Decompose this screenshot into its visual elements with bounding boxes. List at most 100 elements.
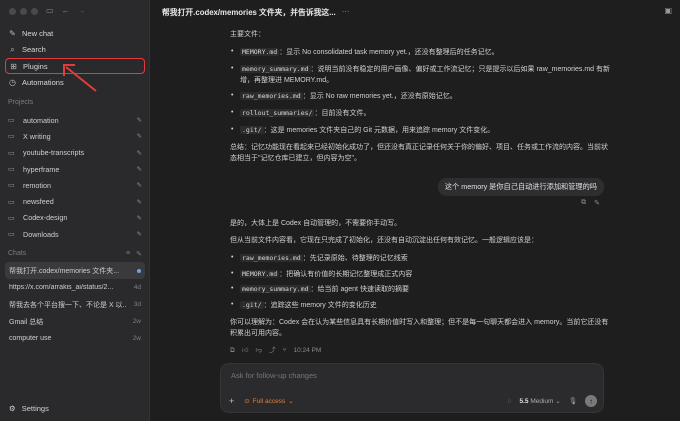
thumbs-up-icon[interactable]: 👍︎ [242, 346, 249, 356]
project-item-youtube-transcripts[interactable]: ▭ youtube-transcripts ✎ [5, 145, 145, 161]
list-item: raw_memories.md：先记录原始、待整理的记忆线索 [230, 253, 610, 265]
list-item-text: ：给当前 agent 快速读取的摘要 [310, 286, 409, 294]
project-label: hyperframe [23, 164, 60, 174]
list-item: .git/：这是 memories 文件夹自己的 Git 元数据，用来追踪 me… [230, 125, 610, 137]
fork-icon[interactable]: ⑂ [283, 346, 287, 356]
project-label: X writing [23, 131, 51, 141]
composer-left-tools: + ⊙ Full access ⌄ [229, 396, 294, 406]
assistant-message: 主要文件： MEMORY.md：显示 No consolidated task … [230, 30, 610, 171]
reply-actions: ⧉ 👍︎ 👎︎ ⤴ ⑂ 10:24 PM [230, 346, 610, 356]
folder-icon: ▭ [8, 231, 15, 239]
list-item: MEMORY.md：显示 No consolidated task memory… [230, 47, 610, 59]
send-button[interactable]: ↑ [585, 395, 597, 407]
close-window-button[interactable] [9, 8, 16, 15]
project-item-codex-design[interactable]: ▭ Codex-design ✎ [5, 210, 145, 226]
folder-icon: ▭ [8, 166, 15, 174]
list-item: MEMORY.md：把确认有价值的长期记忆整理成正式内容 [230, 269, 610, 281]
list-item-text: ：目前没有文件。 [314, 110, 371, 118]
new-chat-in-project-icon[interactable]: ✎ [137, 230, 142, 238]
model-selector[interactable]: 5.5 Medium ⌄ [519, 397, 560, 405]
folder-icon: ▭ [8, 214, 15, 222]
unread-dot [137, 268, 141, 273]
folder-icon: ▭ [8, 133, 15, 141]
message-time: 10:24 PM [293, 346, 322, 354]
clock-icon: ◷ [9, 78, 16, 87]
forward-arrow-icon[interactable]: → [78, 6, 86, 15]
project-item-x-writing[interactable]: ▭ X writing ✎ [5, 128, 145, 144]
new-chat-in-project-icon[interactable]: ✎ [137, 149, 142, 157]
chat-title: 帮我去各个平台搜一下、不论是 X 以... [9, 301, 127, 309]
project-item-downloads[interactable]: ▭ Downloads ✎ [5, 226, 145, 242]
new-chat-in-project-icon[interactable]: ✎ [137, 116, 142, 124]
assistant-reply: 是的，大体上是 Codex 自动管理的，不需要你手动写。 但从当前文件内容看，它… [230, 219, 610, 356]
back-arrow-icon[interactable]: ← [62, 6, 70, 15]
conversation-header: 帮我打开.codex/memories 文件夹，并告诉我这... ··· [162, 7, 350, 18]
sidebar-item-label: New chat [22, 28, 54, 38]
chat-item[interactable]: Gmail 总结 2w [5, 313, 145, 330]
project-label: youtube-transcripts [23, 148, 85, 158]
list-item-text: ：先记录原始、待整理的记忆线索 [302, 254, 408, 262]
project-item-automation[interactable]: ▭ automation ✎ [5, 112, 145, 128]
sidebar-item-new-chat[interactable]: ✎ New chat [5, 25, 145, 41]
chat-title: Gmail 总结 [9, 318, 44, 326]
sidebar-item-label: Search [22, 45, 46, 54]
chat-title: https://x.com/arrakis_ai/status/2... [9, 284, 114, 291]
inline-code: rollout_summaries/ [240, 109, 315, 118]
window-toolbar: ▭ ← → [46, 6, 86, 15]
loading-spinner-icon: ◌ [507, 397, 512, 405]
message-heading: 主要文件： [230, 31, 265, 38]
arrow-up-icon: ↑ [589, 396, 593, 406]
inline-code: .git/ [240, 126, 264, 135]
list-item-text: ：显示 No raw memories yet.，还没有原始记忆。 [302, 93, 457, 101]
share-icon[interactable]: ⤴ [269, 346, 276, 356]
minimize-window-button[interactable] [20, 8, 27, 15]
new-chat-in-project-icon[interactable]: ✎ [137, 181, 142, 189]
list-item: memory_summary.md：说明当前没有稳定的用户画像、偏好或工作流记忆… [230, 64, 610, 87]
new-chat-icon[interactable]: ✎ [136, 250, 142, 258]
thumbs-down-icon[interactable]: 👎︎ [255, 346, 262, 356]
folder-icon: ▭ [8, 198, 15, 206]
copy-icon[interactable]: ⧉ [581, 199, 586, 207]
follow-up-input[interactable] [231, 371, 531, 380]
conversation-title: 帮我打开.codex/memories 文件夹，并告诉我这... [162, 8, 336, 17]
project-item-hyperframe[interactable]: ▭ hyperframe ✎ [5, 161, 145, 177]
sidebar-toggle-icon[interactable]: ▭ [46, 6, 54, 15]
projects-label: Projects [8, 99, 34, 106]
chat-item[interactable]: https://x.com/arrakis_ai/status/2... 4d [5, 279, 145, 296]
settings-button[interactable]: ⚙ Settings [9, 404, 49, 413]
chat-item[interactable]: 帮我打开.codex/memories 文件夹... [5, 262, 145, 279]
conversation-pane: 帮我打开.codex/memories 文件夹，并告诉我这... ··· ▣ 主… [150, 0, 680, 421]
settings-label: Settings [21, 404, 49, 413]
new-chat-in-project-icon[interactable]: ✎ [137, 165, 142, 173]
effort-label: Medium [530, 398, 554, 405]
filter-icon[interactable]: ≡ [126, 250, 130, 258]
zoom-window-button[interactable] [31, 8, 38, 15]
list-item: raw_memories.md：显示 No raw memories yet.，… [230, 91, 610, 103]
list-item-text: ：这是 memories 文件夹自己的 Git 元数据，用来追踪 memory … [263, 127, 495, 135]
copy-icon[interactable]: ⧉ [230, 346, 235, 356]
inline-code: raw_memories.md [240, 253, 303, 262]
project-item-newsfeed[interactable]: ▭ newsfeed ✎ [5, 193, 145, 209]
new-chat-in-project-icon[interactable]: ✎ [137, 198, 142, 206]
more-options-button[interactable]: ··· [342, 7, 350, 18]
chat-title: computer use [9, 335, 52, 342]
access-mode-label: Full access [252, 397, 286, 405]
access-mode-dropdown[interactable]: ⊙ Full access ⌄ [244, 397, 293, 406]
chat-item[interactable]: computer use 2w [5, 330, 145, 347]
edit-icon[interactable]: ✎ [594, 199, 600, 207]
chat-title: 帮我打开.codex/memories 文件夹... [9, 267, 120, 275]
toggle-panel-icon[interactable]: ▣ [664, 6, 672, 15]
chat-item[interactable]: 帮我去各个平台搜一下、不论是 X 以... 3d [5, 296, 145, 313]
project-label: Downloads [23, 229, 59, 239]
folder-icon: ▭ [8, 117, 15, 125]
new-chat-in-project-icon[interactable]: ✎ [137, 214, 142, 222]
project-item-remotion[interactable]: ▭ remotion ✎ [5, 177, 145, 193]
sidebar-item-search[interactable]: ⌕ Search [5, 42, 145, 58]
new-chat-in-project-icon[interactable]: ✎ [137, 132, 142, 140]
chats-header: Chats ≡ ✎ [8, 250, 142, 258]
list-item-text: ：显示 No consolidated task memory yet.，还没有… [279, 48, 499, 56]
microphone-icon[interactable]: 🎙︎ [569, 397, 577, 405]
folder-icon: ▭ [8, 182, 15, 190]
warning-icon: ⊙ [244, 398, 250, 405]
add-attachment-icon[interactable]: + [229, 396, 234, 406]
